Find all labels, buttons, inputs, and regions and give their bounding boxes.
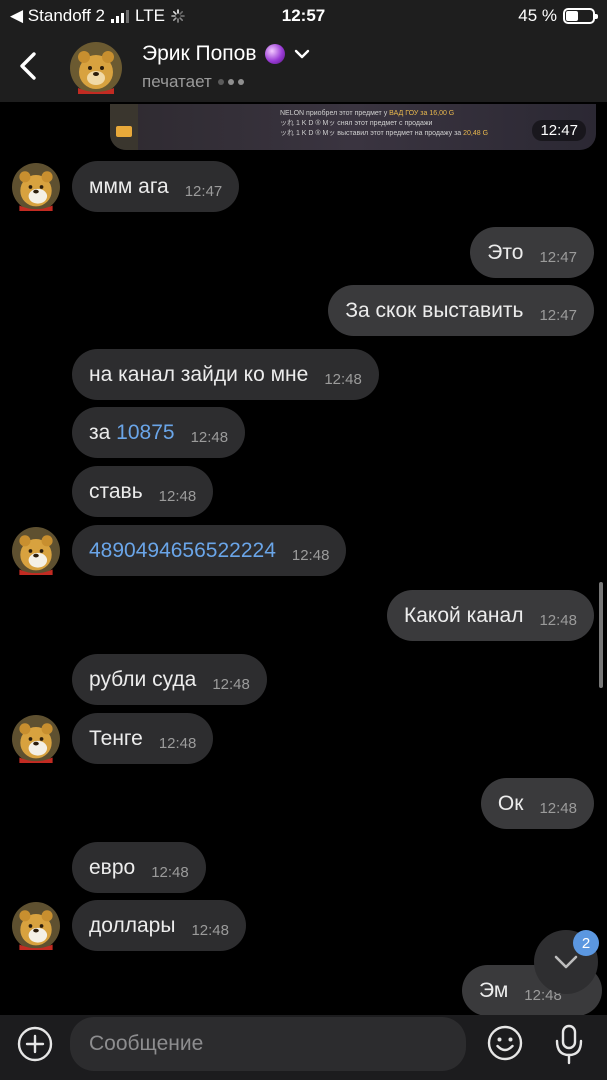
emoji-icon[interactable] [486,1024,524,1062]
message-time: 12:48 [191,922,229,939]
clock: 12:57 [281,6,326,25]
message-out[interactable]: Это 12:47 [470,227,594,278]
message-out[interactable]: Ок 12:48 [480,778,594,829]
message-input-placeholder: Сообщение [89,1032,204,1055]
battery-icon [563,8,598,24]
attach-plus-icon[interactable] [16,1025,54,1063]
message-text: Ок [497,791,524,815]
message-time: 12:47 [184,183,223,200]
message-time: 12:48 [539,800,577,817]
contact-avatar[interactable] [70,42,122,94]
message-text: за 10875 [89,421,175,445]
message-time: 12:48 [212,676,250,693]
image-row-price: 16,00 G [429,110,455,117]
message-text: рубли суда [89,667,197,691]
shared-image[interactable]: NELON приобрел этот предмет у ВАД ГОУ за… [110,104,596,150]
message-text: Тенге [89,726,143,750]
message-time: 12:48 [158,735,197,752]
message-in[interactable]: Тенге 12:48 [72,713,214,764]
message-in[interactable]: рубли суда 12:48 [72,654,267,705]
message-time: 12:47 [539,249,577,266]
image-timestamp: 12:47 [532,120,586,141]
image-text-rows: NELON приобрел этот предмет у ВАД ГОУ за… [280,109,488,139]
message-text: ммм ага [89,174,169,198]
message-in[interactable]: доллары 12:48 [72,900,246,951]
message-in[interactable]: ставь 12:48 [72,466,214,517]
message-text: Какой канал [404,603,524,627]
message-prefix: за [89,420,117,444]
status-bar: ◀ Standoff 2 LTE 12:57 45 % [0,0,607,32]
message-time: 12:48 [151,864,189,881]
message-text: Это [487,240,524,264]
message-time: 12:48 [291,547,330,564]
message-text: доллары [89,913,176,937]
contact-name: Эрик Попов [142,42,257,65]
unread-badge: 2 [573,930,599,956]
message-text: ставь [89,479,143,503]
composer-bar: Сообщение [0,1015,607,1080]
back-button[interactable] [12,46,44,86]
chevron-left-icon [20,52,36,80]
message-in[interactable]: евро 12:48 [72,842,206,893]
message-text: евро [89,855,136,879]
chat-header: Эрик Попов печатает [0,32,607,102]
contact-avatar[interactable] [12,902,60,950]
message-text: на канал зайди ко мне [89,362,309,386]
chevron-down-icon [554,955,578,969]
message-text: Эм [479,978,509,1002]
message-out[interactable]: За скок выставить 12:47 [328,285,594,336]
contact-avatar[interactable] [12,527,60,575]
message-in[interactable]: за 10875 12:48 [72,407,246,458]
typing-dots-icon [217,79,244,85]
chevron-down-icon [294,49,309,59]
message-time: 12:48 [190,429,229,446]
image-row: NELON приобрел этот предмет у [280,110,388,117]
message-time: 12:47 [539,307,577,324]
image-row-name: ВАД ГОУ за [389,110,428,117]
message-time: 12:48 [324,371,362,388]
message-list[interactable]: NELON приобрел этот предмет у ВАД ГОУ за… [0,102,607,1015]
crystal-ball-emoji [264,44,285,64]
contact-name-button[interactable]: Эрик Попов [142,42,311,66]
message-time: 12:48 [158,488,197,505]
message-in[interactable]: 4890494656522224 12:48 [72,525,347,576]
mail-icon [116,126,132,137]
message-in[interactable]: на канал зайди ко мне 12:48 [72,349,379,400]
contact-avatar[interactable] [12,163,60,211]
card-number-link[interactable]: 4890494656522224 [89,539,276,563]
message-in[interactable]: ммм ага 12:47 [72,161,240,212]
message-input[interactable]: Сообщение [70,1017,466,1071]
phone-number-link[interactable]: 10875 [116,421,174,444]
message-out[interactable]: Какой канал 12:48 [387,590,594,641]
message-text: За скок выставить [345,298,524,322]
image-row-price: 20,48 G [463,130,489,137]
microphone-icon[interactable] [552,1023,586,1065]
status-text: печатает [142,72,212,91]
typing-status: печатает [142,72,244,92]
image-row: ッれ 1 K D ® Mッ снял этот предмет с продаж… [280,120,433,127]
message-time: 12:48 [539,612,577,629]
contact-avatar[interactable] [12,715,60,763]
battery-percent: 45 % [518,6,557,25]
image-row: ッれ 1 K D ® Mッ выставил этот предмет на п… [280,130,462,137]
scrollbar[interactable] [599,582,603,688]
